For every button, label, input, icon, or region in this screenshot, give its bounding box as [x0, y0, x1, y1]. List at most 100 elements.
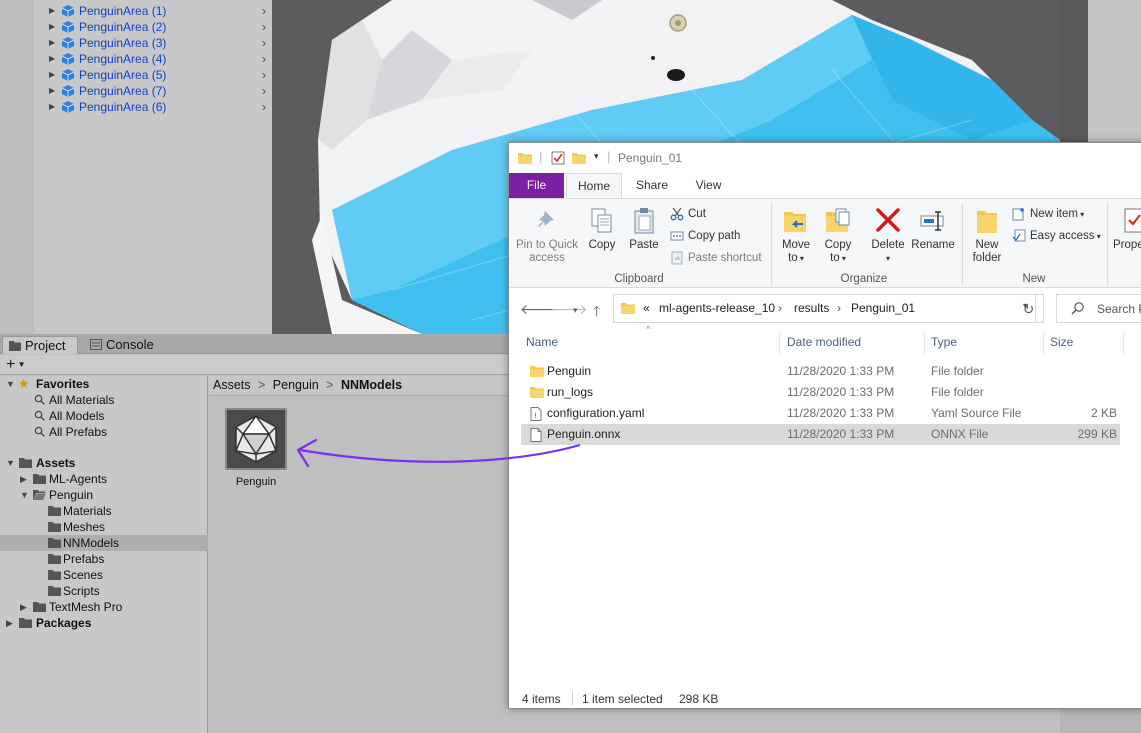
file-row[interactable]: Penguin 11/28/2020 1:33 PM File folder	[521, 361, 1120, 382]
breadcrumb-item[interactable]: Assets	[213, 378, 251, 392]
address-crumb-current[interactable]: Penguin_01	[851, 301, 915, 315]
expand-arrow-icon[interactable]: ▼	[6, 376, 16, 392]
expand-arrow-icon[interactable]: ▶	[20, 599, 30, 615]
address-crumb-chevron-icon[interactable]: ›	[837, 301, 841, 315]
tree-favorites[interactable]: ▼ ★ Favorites	[0, 376, 208, 392]
chevron-right-icon[interactable]: ›	[262, 99, 266, 115]
expand-arrow-icon[interactable]: ▶	[49, 83, 59, 99]
column-header-size[interactable]: Size	[1050, 335, 1073, 349]
ribbon-tab-home[interactable]: Home	[566, 173, 622, 198]
rename-button[interactable]: Rename	[911, 207, 955, 252]
expand-arrow-icon[interactable]: ▶	[49, 51, 59, 67]
add-button[interactable]: + ▼	[6, 356, 25, 374]
chevron-right-icon[interactable]: ›	[262, 83, 266, 99]
address-crumb-chevron-icon[interactable]: ›	[778, 301, 782, 315]
file-row[interactable]: ! configuration.yaml 11/28/2020 1:33 PM …	[521, 403, 1120, 424]
hierarchy-item[interactable]: ▶ PenguinArea (5) ›	[34, 67, 272, 83]
copy-path-button[interactable]: Copy path	[670, 229, 740, 243]
hierarchy-item[interactable]: ▶ PenguinArea (2) ›	[34, 19, 272, 35]
search-placeholder: Search P	[1097, 302, 1141, 316]
tree-item[interactable]: ▶ TextMesh Pro	[0, 599, 208, 615]
up-arrow-icon[interactable]: 🡑	[593, 301, 600, 325]
expand-arrow-icon[interactable]: ▶	[6, 615, 16, 631]
properties-check-icon[interactable]	[551, 151, 565, 165]
expand-arrow-icon[interactable]: ▼	[20, 487, 30, 503]
delete-button[interactable]: Delete ▾	[869, 207, 907, 265]
column-separator[interactable]	[1123, 331, 1124, 355]
ribbon-tab-file[interactable]: File	[509, 173, 564, 198]
ribbon-tab-view[interactable]: View	[681, 173, 736, 198]
column-separator[interactable]	[924, 331, 925, 355]
expand-arrow-icon[interactable]: ▶	[49, 35, 59, 51]
tree-item[interactable]: ▶ ML-Agents	[0, 471, 208, 487]
column-separator[interactable]	[1043, 331, 1044, 355]
tree-item-selected[interactable]: NNModels	[0, 535, 208, 551]
paste-shortcut-button[interactable]: Paste shortcut	[670, 251, 762, 265]
tree-item[interactable]: Materials	[0, 503, 208, 519]
quick-access-dropdown-icon[interactable]: ▾	[594, 151, 599, 162]
tree-item[interactable]: All Models	[0, 408, 208, 424]
ribbon-tab-share[interactable]: Share	[624, 173, 680, 198]
chevron-right-icon[interactable]: ›	[262, 35, 266, 51]
expand-arrow-icon[interactable]: ▼	[6, 455, 16, 471]
new-folder-quick-icon[interactable]	[572, 151, 586, 165]
recent-dropdown-icon[interactable]: ▾	[573, 305, 578, 316]
paste-button[interactable]: Paste	[627, 207, 661, 252]
tree-packages[interactable]: ▶ Packages	[0, 615, 208, 631]
hierarchy-item[interactable]: ▶ PenguinArea (7) ›	[34, 83, 272, 99]
chevron-right-icon[interactable]: ›	[262, 67, 266, 83]
column-header-date[interactable]: Date modified	[787, 335, 861, 349]
expand-arrow-icon[interactable]: ▶	[20, 471, 30, 487]
tree-item[interactable]: All Prefabs	[0, 424, 208, 440]
address-overflow[interactable]: «	[643, 301, 650, 315]
tab-project[interactable]: Project	[2, 336, 78, 354]
file-row[interactable]: run_logs 11/28/2020 1:33 PM File folder	[521, 382, 1120, 403]
hierarchy-item[interactable]: ▶ PenguinArea (6) ›	[34, 99, 272, 115]
nn-model-asset[interactable]: Penguin	[225, 408, 287, 488]
chevron-right-icon[interactable]: ›	[262, 19, 266, 35]
search-box[interactable]: Search P	[1056, 294, 1141, 323]
move-to-button[interactable]: Move to ▾	[779, 207, 813, 265]
button-label: New	[975, 239, 999, 251]
tree-item[interactable]: ▼ Penguin	[0, 487, 208, 503]
chevron-right-icon[interactable]: ›	[262, 3, 266, 19]
expand-arrow-icon[interactable]: ▶	[49, 19, 59, 35]
tree-item[interactable]: All Materials	[0, 392, 208, 408]
expand-arrow-icon[interactable]: ▶	[49, 99, 59, 115]
hierarchy-item[interactable]: ▶ PenguinArea (3) ›	[34, 35, 272, 51]
copy-to-button[interactable]: Copy to ▾	[821, 207, 855, 265]
easy-access-button[interactable]: Easy access ▾	[1012, 229, 1101, 244]
cut-button[interactable]: Cut	[670, 207, 706, 221]
forward-arrow-icon[interactable]: 🡒	[550, 301, 588, 318]
expand-arrow-icon[interactable]: ▶	[49, 67, 59, 83]
file-row-selected[interactable]: Penguin.onnx 11/28/2020 1:33 PM ONNX Fil…	[521, 424, 1120, 445]
copy-to-folder-icon	[826, 208, 850, 232]
file-date: 11/28/2020 1:33 PM	[787, 385, 895, 399]
breadcrumb-item[interactable]: Penguin	[273, 378, 319, 392]
properties-button[interactable]: Prope	[1113, 207, 1141, 252]
copy-button[interactable]: Copy	[585, 207, 619, 252]
hierarchy-item[interactable]: ▶ PenguinArea (1) ›	[34, 3, 272, 19]
chevron-right-icon[interactable]: ›	[262, 51, 266, 67]
address-bar[interactable]: « ml-agents-release_10 › results › Pengu…	[613, 294, 1036, 323]
address-crumb[interactable]: results	[794, 301, 829, 315]
new-folder-button[interactable]: New folder	[967, 207, 1007, 265]
tab-label: Project	[25, 338, 66, 353]
pin-to-quick-access-button[interactable]: Pin to Quick access	[513, 207, 581, 265]
tree-assets[interactable]: ▼ Assets	[0, 455, 208, 471]
copy-icon	[591, 208, 612, 233]
expand-arrow-icon[interactable]: ▶	[49, 3, 59, 19]
tree-item[interactable]: Scripts	[0, 583, 208, 599]
column-separator[interactable]	[779, 331, 780, 355]
breadcrumb-item-current[interactable]: NNModels	[341, 378, 402, 392]
new-item-button[interactable]: New item ▾	[1012, 207, 1084, 222]
address-crumb[interactable]: ml-agents-release_10	[659, 301, 775, 315]
refresh-button[interactable]: ↻	[1014, 294, 1044, 323]
column-header-type[interactable]: Type	[931, 335, 957, 349]
column-header-name[interactable]: Name	[526, 335, 558, 349]
tree-item[interactable]: Meshes	[0, 519, 208, 535]
tree-item[interactable]: Scenes	[0, 567, 208, 583]
tree-item[interactable]: Prefabs	[0, 551, 208, 567]
tab-console[interactable]: Console	[84, 336, 164, 354]
hierarchy-item[interactable]: ▶ PenguinArea (4) ›	[34, 51, 272, 67]
